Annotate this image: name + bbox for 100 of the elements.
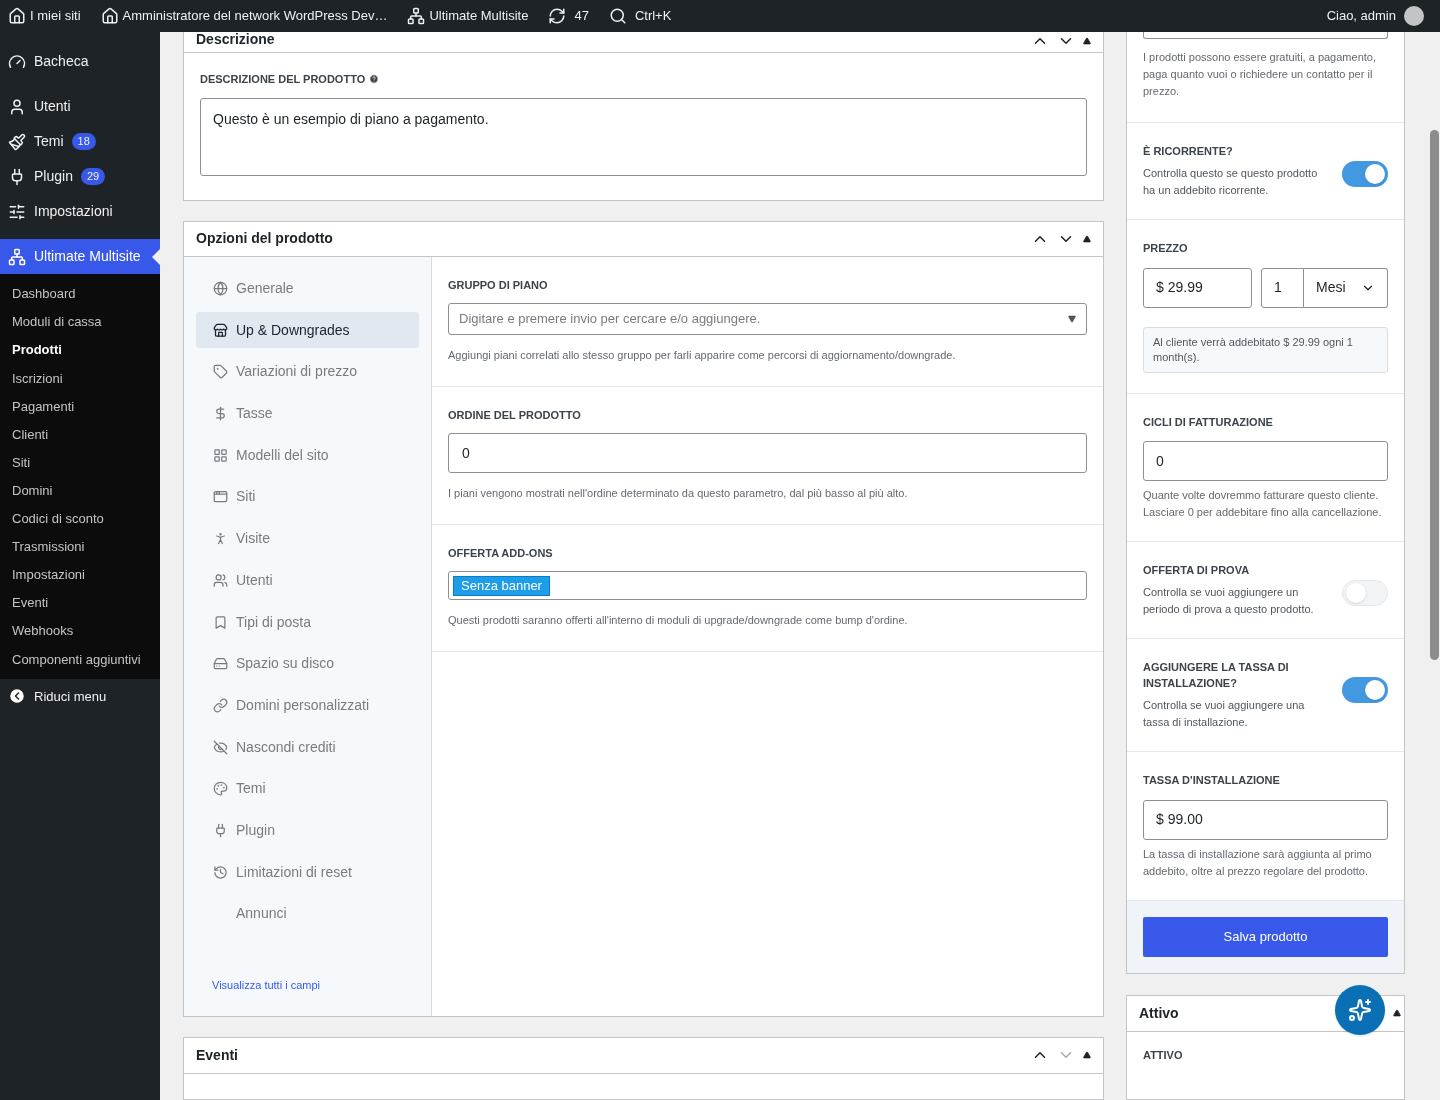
submenu-item[interactable]: Dashboard [0,280,160,309]
sidebar-item[interactable]: Utenti [0,89,160,124]
field-label: OFFERTA ADD-ONS [448,545,554,561]
sidebar-item[interactable]: Plugin 29 [0,159,160,194]
search-icon [608,7,627,25]
options-tab[interactable]: Siti [196,478,419,515]
panel-title: Attivo [1139,1003,1179,1023]
sidebar-item[interactable]: Bacheca [0,44,160,79]
updates-link[interactable]: 47 [548,6,589,26]
collapse-icon[interactable] [1083,37,1091,45]
field-label: DESCRIZIONE DEL PRODOTTO [200,72,366,87]
options-tab[interactable]: Spazio su disco [196,645,419,682]
price-summary: Al cliente verrà addebitato $ 29.99 ogni 1 month(s). [1143,326,1388,373]
options-tab[interactable]: Tasse [196,395,419,432]
options-tab[interactable]: Plugin [196,812,419,849]
count-badge: 18 [71,133,96,150]
options-tab[interactable]: Annunci [196,895,419,932]
submenu-item[interactable]: Prodotti [0,336,160,365]
field-label: GRUPPO DI PIANO [448,277,549,293]
description-textarea[interactable]: Questo è un esempio di piano a pagamento. [200,97,1087,176]
eye-off-icon [212,739,228,755]
field-help: Controlla se vuoi aggiungere una tassa di installazione. [1143,698,1306,730]
options-tab[interactable]: Tipi di posta [196,604,419,640]
submenu-item[interactable]: Domini [0,476,160,505]
period-select[interactable]: Mesi [1304,267,1388,308]
toggle-switch[interactable] [1342,580,1388,606]
sitemap-icon [8,247,26,266]
sidebar-item[interactable]: Ultimate Multisite [0,239,160,274]
brush-icon [8,132,26,151]
bookmark-icon [212,614,228,630]
avatar[interactable] [1404,6,1424,26]
dashboard-icon [8,52,26,71]
store-icon [212,322,228,338]
field-help: Controlla questo se questo prodotto ha un addebito ricorrente. [1143,166,1319,198]
submenu-item[interactable]: Clienti [0,420,160,449]
scrollbar-thumb[interactable] [1430,130,1439,660]
show-all-fields-link[interactable]: Visualizza tutti i campi [196,977,419,994]
field-help: I prodotti possono essere gratuiti, a pagamento, paga quanto vuoi o richiedere un contatto per il prezzo. [1143,50,1377,99]
submenu-item[interactable]: Webhooks [0,617,160,646]
sparkle-icon [1348,997,1372,1022]
options-tab[interactable]: Variazioni di prezzo [196,353,419,390]
field-help: Questi prodotti saranno offerti all'interno di moduli di upgrade/downgrade come bump d'ordine. [448,613,909,628]
search-link[interactable]: Ctrl+K [608,6,672,26]
submenu-item[interactable]: Eventi [0,589,160,618]
sidebar-item[interactable]: Impostazioni [0,194,160,229]
globe-icon [212,281,228,296]
collapse-icon[interactable] [1393,1009,1401,1017]
panel-title: Eventi [196,1045,238,1065]
site-name-link[interactable]: Amministratore del network WordPress Dev… [100,6,388,26]
options-tab[interactable]: Up & Downgrades [196,312,419,349]
submenu-item[interactable]: Iscrizioni [0,364,160,393]
submenu-item[interactable]: Moduli di cassa [0,308,160,337]
collapse-menu[interactable]: Riduci menu [0,679,160,714]
sliders-icon [8,202,26,221]
price-input[interactable]: $ 29.99 [1143,267,1252,308]
greeting-link[interactable]: Ciao, admin [1326,6,1396,26]
options-tab[interactable]: Temi [196,770,419,807]
field-help: La tassa di installazione sarà aggiunta al primo addebito, oltre al prezzo regolare del prodotto. [1143,846,1373,879]
field-label: ATTIVO [1142,1047,1184,1063]
options-tab[interactable]: Nascondi crediti [196,729,419,766]
submenu-item[interactable]: Trasmissioni [0,532,160,561]
text-input[interactable]: 0 [1143,441,1388,481]
save-product-button[interactable]: Salva prodotto [1143,916,1388,957]
submenu-item[interactable]: Pagamenti [0,392,160,421]
order-input[interactable]: 0 [448,433,1087,473]
options-tab[interactable]: Utenti [196,562,419,599]
grid-icon [212,447,228,463]
toggle-switch[interactable] [1342,161,1388,187]
options-tab[interactable]: Visite [196,520,419,557]
field-help: Aggiungi piani correlati allo stesso gruppo per farli apparire come percorsi di aggiornamento/downgrade. [448,348,957,363]
field-label: È RICORRENTE? [1143,144,1234,159]
options-tab[interactable]: Limitazioni di reset [196,854,419,891]
plan-group-select[interactable]: Digitare e premere invio per cercare e/o aggiungere. [448,303,1087,335]
options-tab[interactable]: Generale [196,270,419,307]
my-sites-link[interactable]: I miei siti [8,6,81,26]
users-icon [212,572,228,588]
submenu-item[interactable]: Componenti aggiuntivi [0,645,160,674]
current-pointer-icon [152,249,160,265]
plugin-link[interactable]: Ultimate Multisite [407,6,529,26]
window-icon [212,489,228,505]
panel-title: Descrizione [196,32,275,49]
text-input[interactable]: $ 99.00 [1143,799,1388,840]
submenu-item[interactable]: Codici di sconto [0,504,160,533]
collapse-icon[interactable] [1083,1051,1091,1059]
sidebar-item[interactable]: Temi 18 [0,124,160,159]
submenu-item[interactable]: Impostazioni [0,560,160,590]
toggle-switch[interactable] [1342,677,1388,703]
sitemap-icon [407,7,426,25]
dropdown-icon [1068,315,1076,323]
interval-input[interactable]: 1 [1261,267,1304,308]
submenu-item[interactable]: Siti [0,448,160,477]
assistant-button[interactable] [1335,984,1385,1035]
collapse-icon[interactable] [1083,234,1091,243]
field-label: CICLI DI FATTURAZIONE [1143,414,1274,430]
options-tab[interactable]: Domini personalizzati [196,687,419,724]
options-tab[interactable]: Modelli del sito [196,437,419,474]
field-help: Controlla se vuoi aggiungere un periodo di prova a questo prodotto. [1143,585,1315,617]
history-icon [212,864,228,880]
refresh-icon [548,7,567,25]
field-label: PREZZO [1143,241,1189,256]
